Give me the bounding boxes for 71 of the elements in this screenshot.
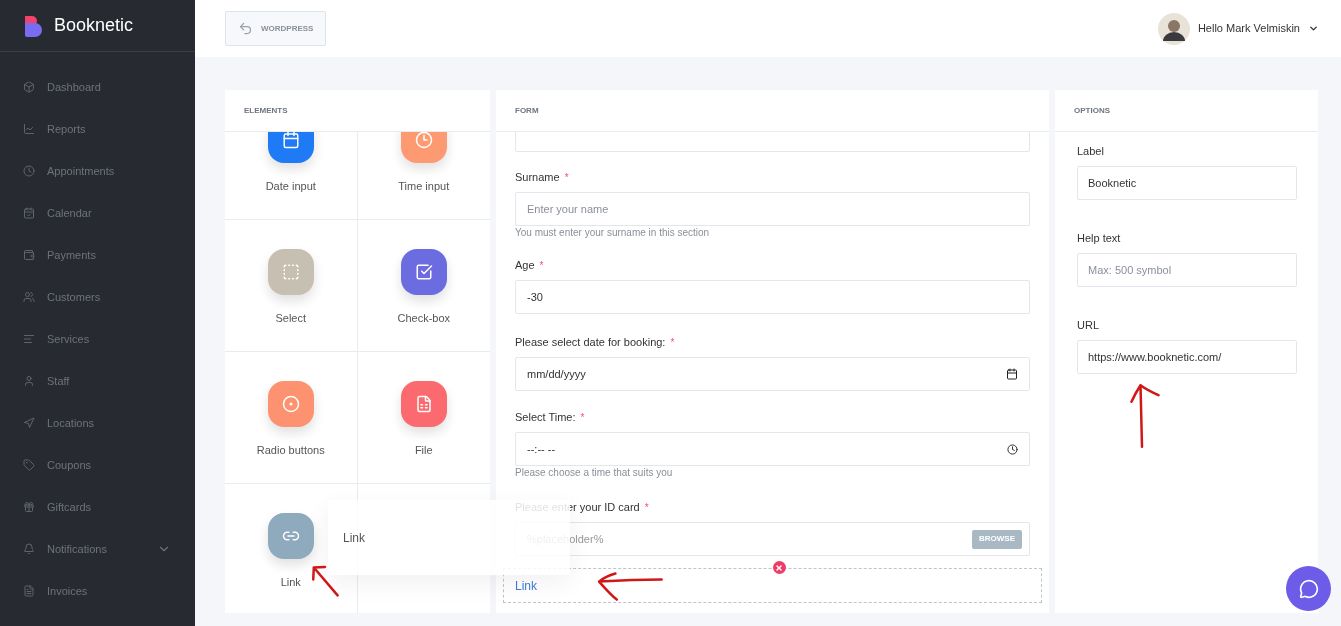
element-tile[interactable]: Select: [225, 220, 358, 352]
calendar-icon: [23, 207, 35, 219]
remove-icon[interactable]: [772, 561, 786, 574]
sidebar-item[interactable]: Services: [0, 318, 195, 360]
back-arrow-icon: [238, 21, 253, 36]
sidebar-item[interactable]: Giftcards: [0, 486, 195, 528]
sidebar-item[interactable]: Dashboard: [0, 66, 195, 108]
annotation-arrow: [595, 572, 663, 602]
field-label: Surname: [515, 170, 560, 186]
panel-title: OPTIONS: [1074, 104, 1110, 117]
element-tile[interactable]: Date input: [225, 132, 358, 220]
panel-title: ELEMENTS: [244, 104, 288, 117]
gift-icon: [23, 501, 35, 513]
sidebar-item[interactable]: Customers: [0, 276, 195, 318]
link-text[interactable]: Link: [515, 576, 537, 595]
sidebar-item[interactable]: Locations: [0, 402, 195, 444]
element-tile[interactable]: File: [357, 352, 490, 484]
field-label: Help text: [1077, 231, 1121, 247]
document-icon: [23, 585, 35, 597]
arrow-icon: [23, 417, 35, 429]
required-asterisk: *: [539, 259, 544, 273]
element-tile[interactable]: Check-box: [357, 220, 490, 352]
chat-icon: [1298, 578, 1319, 599]
field-label: Age: [515, 258, 535, 274]
sidebar-item[interactable]: Calendar: [0, 192, 195, 234]
field-label: URL: [1077, 318, 1099, 334]
clock-icon[interactable]: [1007, 443, 1018, 455]
input-field[interactable]: https://www.booknetic.com/: [1077, 340, 1297, 374]
wallet-icon: [23, 249, 35, 261]
user-greeting[interactable]: Hello Mark Velmiskin: [1197, 20, 1300, 37]
date-field[interactable]: mm/dd/yyyy: [515, 357, 1030, 391]
tag-icon: [23, 459, 35, 471]
field-label: Please select date for booking:: [515, 335, 666, 351]
annotation-arrow: [311, 565, 339, 597]
annotation-arrow: [1130, 382, 1160, 448]
time-field[interactable]: --:-- --: [515, 432, 1030, 466]
chevron-down-icon[interactable]: [1308, 23, 1319, 34]
input-field[interactable]: Enter your name: [515, 192, 1030, 226]
brand-name: Booknetic: [54, 14, 134, 37]
required-asterisk: *: [580, 411, 585, 425]
sidebar-item[interactable]: Reports: [0, 108, 195, 150]
bell-icon: [23, 543, 35, 555]
input-field[interactable]: Max: 500 symbol: [1077, 253, 1297, 287]
avatar[interactable]: [1157, 12, 1190, 45]
required-asterisk: *: [670, 336, 675, 350]
sidebar-item[interactable]: Notifications: [0, 528, 195, 570]
sidebar-item[interactable]: Staff: [0, 360, 195, 402]
calendar-icon[interactable]: [1006, 368, 1018, 380]
help-text: You must enter your surname in this section: [515, 227, 711, 239]
help-text: Please choose a time that suits you: [515, 467, 674, 479]
panel-title: FORM: [515, 104, 539, 117]
field-label: Select Time:: [515, 410, 576, 426]
chart-icon: [23, 123, 35, 135]
logo-icon: [23, 13, 43, 38]
sidebar-item[interactable]: Coupons: [0, 444, 195, 486]
clock-icon: [23, 165, 35, 177]
users-icon: [23, 291, 35, 303]
required-asterisk: *: [644, 501, 649, 515]
sidebar-item[interactable]: Appointments: [0, 150, 195, 192]
cube-icon: [23, 81, 35, 93]
user-icon: [23, 375, 35, 387]
sidebar-item[interactable]: Invoices: [0, 570, 195, 612]
element-tile[interactable]: Radio buttons: [225, 352, 358, 484]
sidebar-item[interactable]: Payments: [0, 234, 195, 276]
input-field[interactable]: -30: [515, 280, 1030, 314]
required-asterisk: *: [564, 171, 569, 185]
input-field[interactable]: Booknetic: [1077, 166, 1297, 200]
element-tile[interactable]: Time input: [357, 132, 490, 220]
back-button[interactable]: WORDPRESS: [225, 11, 327, 46]
list-icon: [23, 333, 35, 345]
field-label: Label: [1077, 144, 1104, 160]
